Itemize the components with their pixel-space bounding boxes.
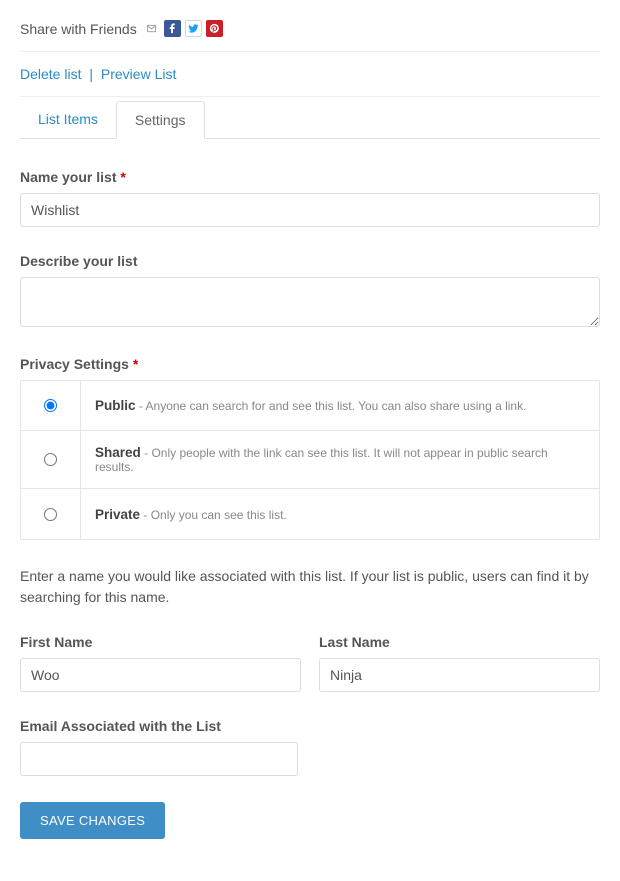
- privacy-desc-public: - Anyone can search for and see this lis…: [136, 399, 527, 413]
- facebook-icon[interactable]: [164, 20, 181, 37]
- privacy-label: Privacy Settings *: [20, 356, 600, 372]
- last-name-input[interactable]: [319, 658, 600, 692]
- privacy-row-private: Private - Only you can see this list.: [21, 489, 599, 539]
- privacy-radio-cell: [21, 381, 81, 430]
- privacy-radio-private[interactable]: [44, 508, 57, 521]
- first-name-group: First Name: [20, 634, 301, 692]
- share-icons: [143, 20, 223, 37]
- save-button[interactable]: SAVE CHANGES: [20, 802, 165, 839]
- preview-list-link[interactable]: Preview List: [101, 66, 176, 82]
- privacy-radio-cell: [21, 489, 81, 539]
- privacy-radio-cell: [21, 431, 81, 488]
- privacy-label-text: Privacy Settings: [20, 356, 129, 372]
- last-name-group: Last Name: [319, 634, 600, 692]
- privacy-title-private: Private: [95, 507, 140, 522]
- privacy-desc-private: - Only you can see this list.: [140, 508, 287, 522]
- twitter-icon[interactable]: [185, 20, 202, 37]
- email-input[interactable]: [20, 742, 298, 776]
- list-actions: Delete list | Preview List: [20, 66, 600, 97]
- privacy-radio-shared[interactable]: [44, 453, 57, 466]
- name-label-text: Name your list: [20, 169, 116, 185]
- mail-icon[interactable]: [143, 20, 160, 37]
- name-field-group: Name your list *: [20, 169, 600, 227]
- name-input[interactable]: [20, 193, 600, 227]
- privacy-label-cell: Public - Anyone can search for and see t…: [81, 384, 599, 427]
- privacy-row-public: Public - Anyone can search for and see t…: [21, 381, 599, 431]
- email-label: Email Associated with the List: [20, 718, 600, 734]
- delete-list-link[interactable]: Delete list: [20, 66, 81, 82]
- required-asterisk: *: [120, 169, 125, 185]
- share-label: Share with Friends: [20, 21, 137, 37]
- tabs: List Items Settings: [20, 101, 600, 139]
- first-name-input[interactable]: [20, 658, 301, 692]
- tab-settings[interactable]: Settings: [116, 101, 205, 139]
- privacy-title-public: Public: [95, 398, 136, 413]
- separator: |: [89, 66, 93, 82]
- privacy-radio-public[interactable]: [44, 399, 57, 412]
- describe-field-group: Describe your list: [20, 253, 600, 330]
- last-name-label: Last Name: [319, 634, 600, 650]
- name-row: First Name Last Name: [20, 634, 600, 692]
- describe-textarea[interactable]: [20, 277, 600, 327]
- privacy-field-group: Privacy Settings * Public - Anyone can s…: [20, 356, 600, 540]
- name-helper-text: Enter a name you would like associated w…: [20, 566, 600, 608]
- required-asterisk: *: [133, 356, 138, 372]
- first-name-label: First Name: [20, 634, 301, 650]
- email-field-group: Email Associated with the List: [20, 718, 600, 776]
- privacy-row-shared: Shared - Only people with the link can s…: [21, 431, 599, 489]
- privacy-options-table: Public - Anyone can search for and see t…: [20, 380, 600, 540]
- share-row: Share with Friends: [20, 20, 600, 52]
- privacy-title-shared: Shared: [95, 445, 141, 460]
- tab-list-items[interactable]: List Items: [20, 101, 116, 139]
- privacy-label-cell: Private - Only you can see this list.: [81, 493, 599, 536]
- describe-label: Describe your list: [20, 253, 600, 269]
- pinterest-icon[interactable]: [206, 20, 223, 37]
- privacy-label-cell: Shared - Only people with the link can s…: [81, 431, 599, 488]
- name-label: Name your list *: [20, 169, 600, 185]
- privacy-desc-shared: - Only people with the link can see this…: [95, 446, 548, 474]
